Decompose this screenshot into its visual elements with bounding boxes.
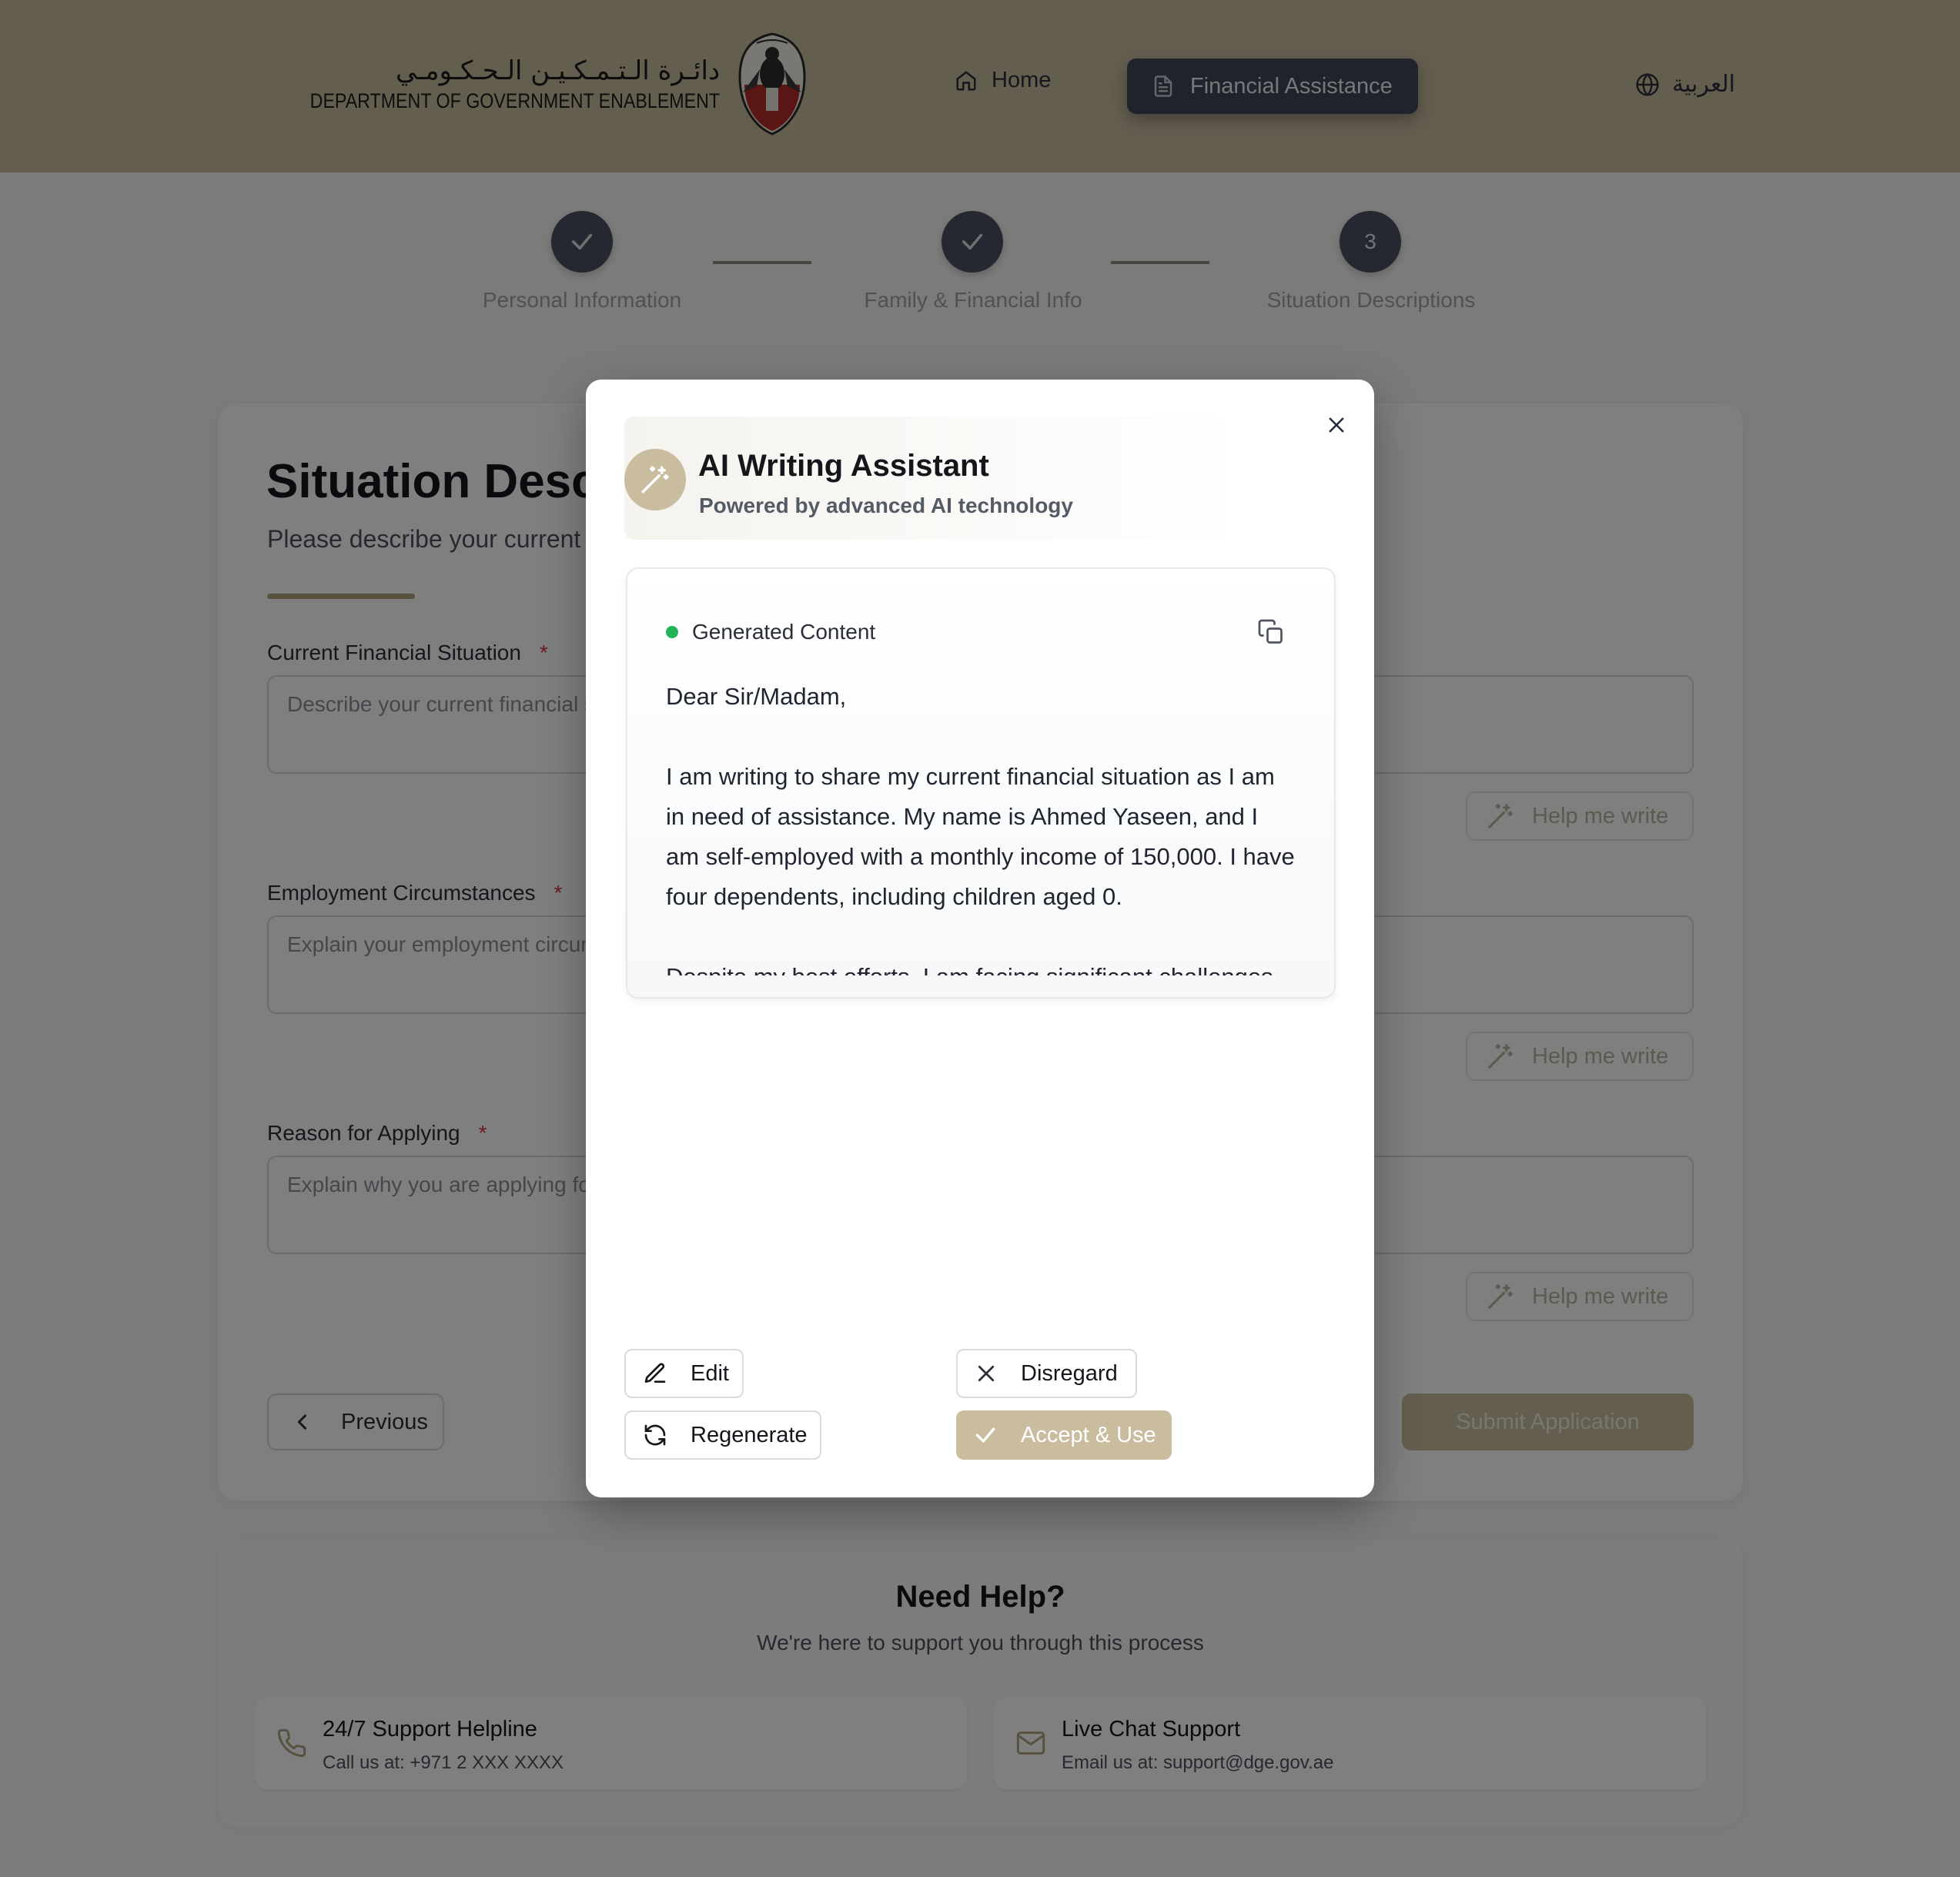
- refresh-icon: [644, 1424, 666, 1446]
- modal-header: AI Writing Assistant Powered by advanced…: [624, 417, 1240, 540]
- check-icon: [975, 1427, 995, 1443]
- disregard-button[interactable]: Disregard: [956, 1349, 1137, 1398]
- modal-subtitle: Powered by advanced AI technology: [699, 494, 1073, 517]
- close-icon: [978, 1365, 995, 1382]
- close-button[interactable]: [1319, 407, 1354, 443]
- modal-title: AI Writing Assistant: [698, 449, 989, 483]
- generated-letter-text: Dear Sir/Madam, I am writing to share my…: [666, 683, 1295, 975]
- magic-wand-icon: [641, 466, 669, 494]
- regenerate-button[interactable]: Regenerate: [624, 1410, 821, 1460]
- edit-button[interactable]: Edit: [624, 1349, 744, 1398]
- generated-content-label: Generated Content: [666, 620, 875, 644]
- ai-badge: [624, 449, 686, 510]
- generated-content-panel: Generated Content Dear Sir/Madam, I am w…: [626, 567, 1336, 999]
- status-dot: [666, 626, 678, 638]
- accept-and-use-button[interactable]: Accept & Use: [956, 1410, 1172, 1460]
- copy-icon[interactable]: [1257, 618, 1285, 646]
- close-icon: [1329, 417, 1344, 433]
- pencil-icon: [644, 1363, 666, 1383]
- ai-writing-assistant-modal: AI Writing Assistant Powered by advanced…: [586, 380, 1374, 1497]
